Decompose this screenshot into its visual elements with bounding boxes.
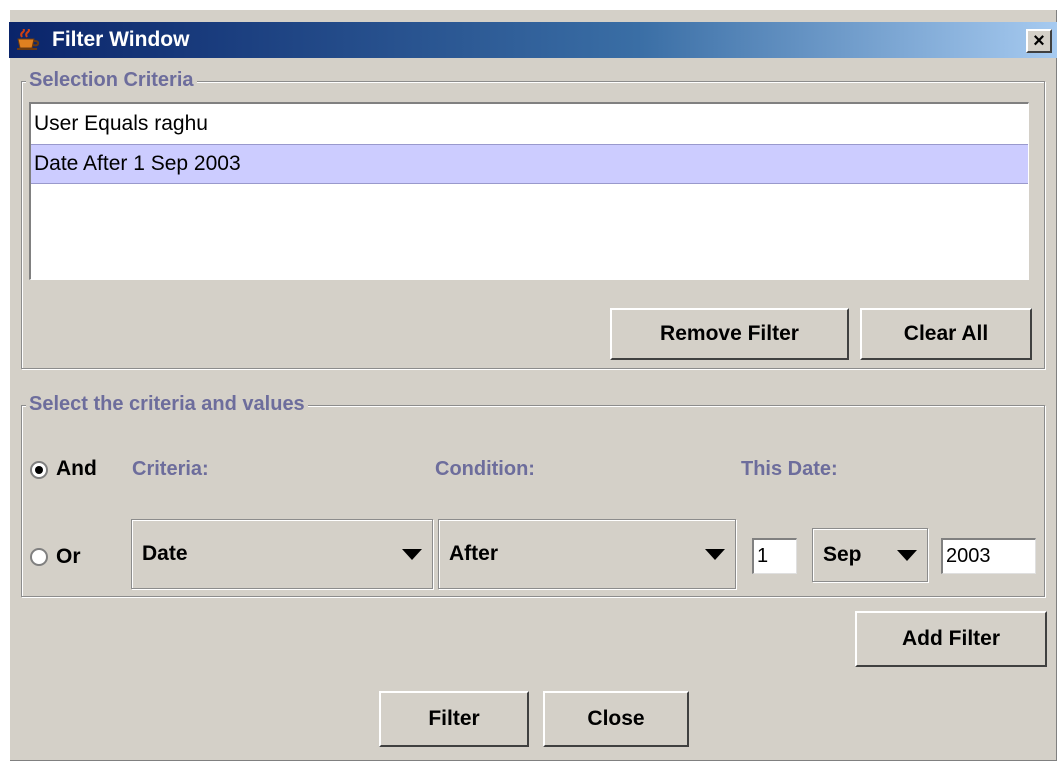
this-date-label: This Date: — [741, 458, 838, 480]
chevron-down-icon — [402, 549, 422, 560]
condition-label: Condition: — [435, 458, 535, 480]
criteria-label: Criteria: — [132, 458, 209, 480]
or-radio[interactable] — [30, 548, 48, 566]
close-icon: × — [1033, 30, 1045, 52]
month-dropdown[interactable]: Sep — [812, 528, 928, 582]
list-item-selected[interactable]: Date After 1 Sep 2003 — [31, 144, 1028, 184]
and-radio-label[interactable]: And — [56, 456, 97, 482]
window-title: Filter Window — [52, 28, 190, 51]
and-radio[interactable] — [30, 461, 48, 479]
or-radio-label[interactable]: Or — [56, 544, 81, 570]
condition-dropdown[interactable]: After — [438, 519, 736, 589]
year-field[interactable] — [941, 538, 1036, 574]
chevron-down-icon — [705, 549, 725, 560]
day-field[interactable] — [752, 538, 797, 574]
criteria-values-legend: Select the criteria and values — [26, 391, 308, 417]
radio-selected-dot — [35, 466, 43, 474]
month-dropdown-value: Sep — [823, 543, 862, 566]
close-button[interactable]: Close — [543, 691, 689, 747]
filter-button[interactable]: Filter — [379, 691, 529, 747]
title-bar[interactable]: Filter Window × — [9, 22, 1057, 58]
criteria-dropdown[interactable]: Date — [131, 519, 433, 589]
condition-dropdown-value: After — [449, 542, 499, 565]
filter-window: Filter Window × Selection Criteria User … — [9, 9, 1057, 761]
selection-criteria-legend: Selection Criteria — [26, 67, 197, 93]
remove-filter-button[interactable]: Remove Filter — [610, 308, 849, 360]
chevron-down-icon — [897, 550, 917, 561]
criteria-values-group: Select the criteria and values And Or Cr… — [21, 391, 1045, 597]
java-coffee-cup-icon — [15, 28, 41, 51]
clear-all-button[interactable]: Clear All — [860, 308, 1032, 360]
selection-criteria-group: Selection Criteria User Equals raghu Dat… — [21, 67, 1045, 369]
criteria-dropdown-value: Date — [142, 542, 188, 565]
add-filter-button[interactable]: Add Filter — [855, 611, 1047, 667]
filter-list[interactable]: User Equals raghu Date After 1 Sep 2003 — [29, 102, 1029, 280]
close-window-button[interactable]: × — [1026, 29, 1052, 53]
list-item[interactable]: User Equals raghu — [31, 104, 1028, 144]
